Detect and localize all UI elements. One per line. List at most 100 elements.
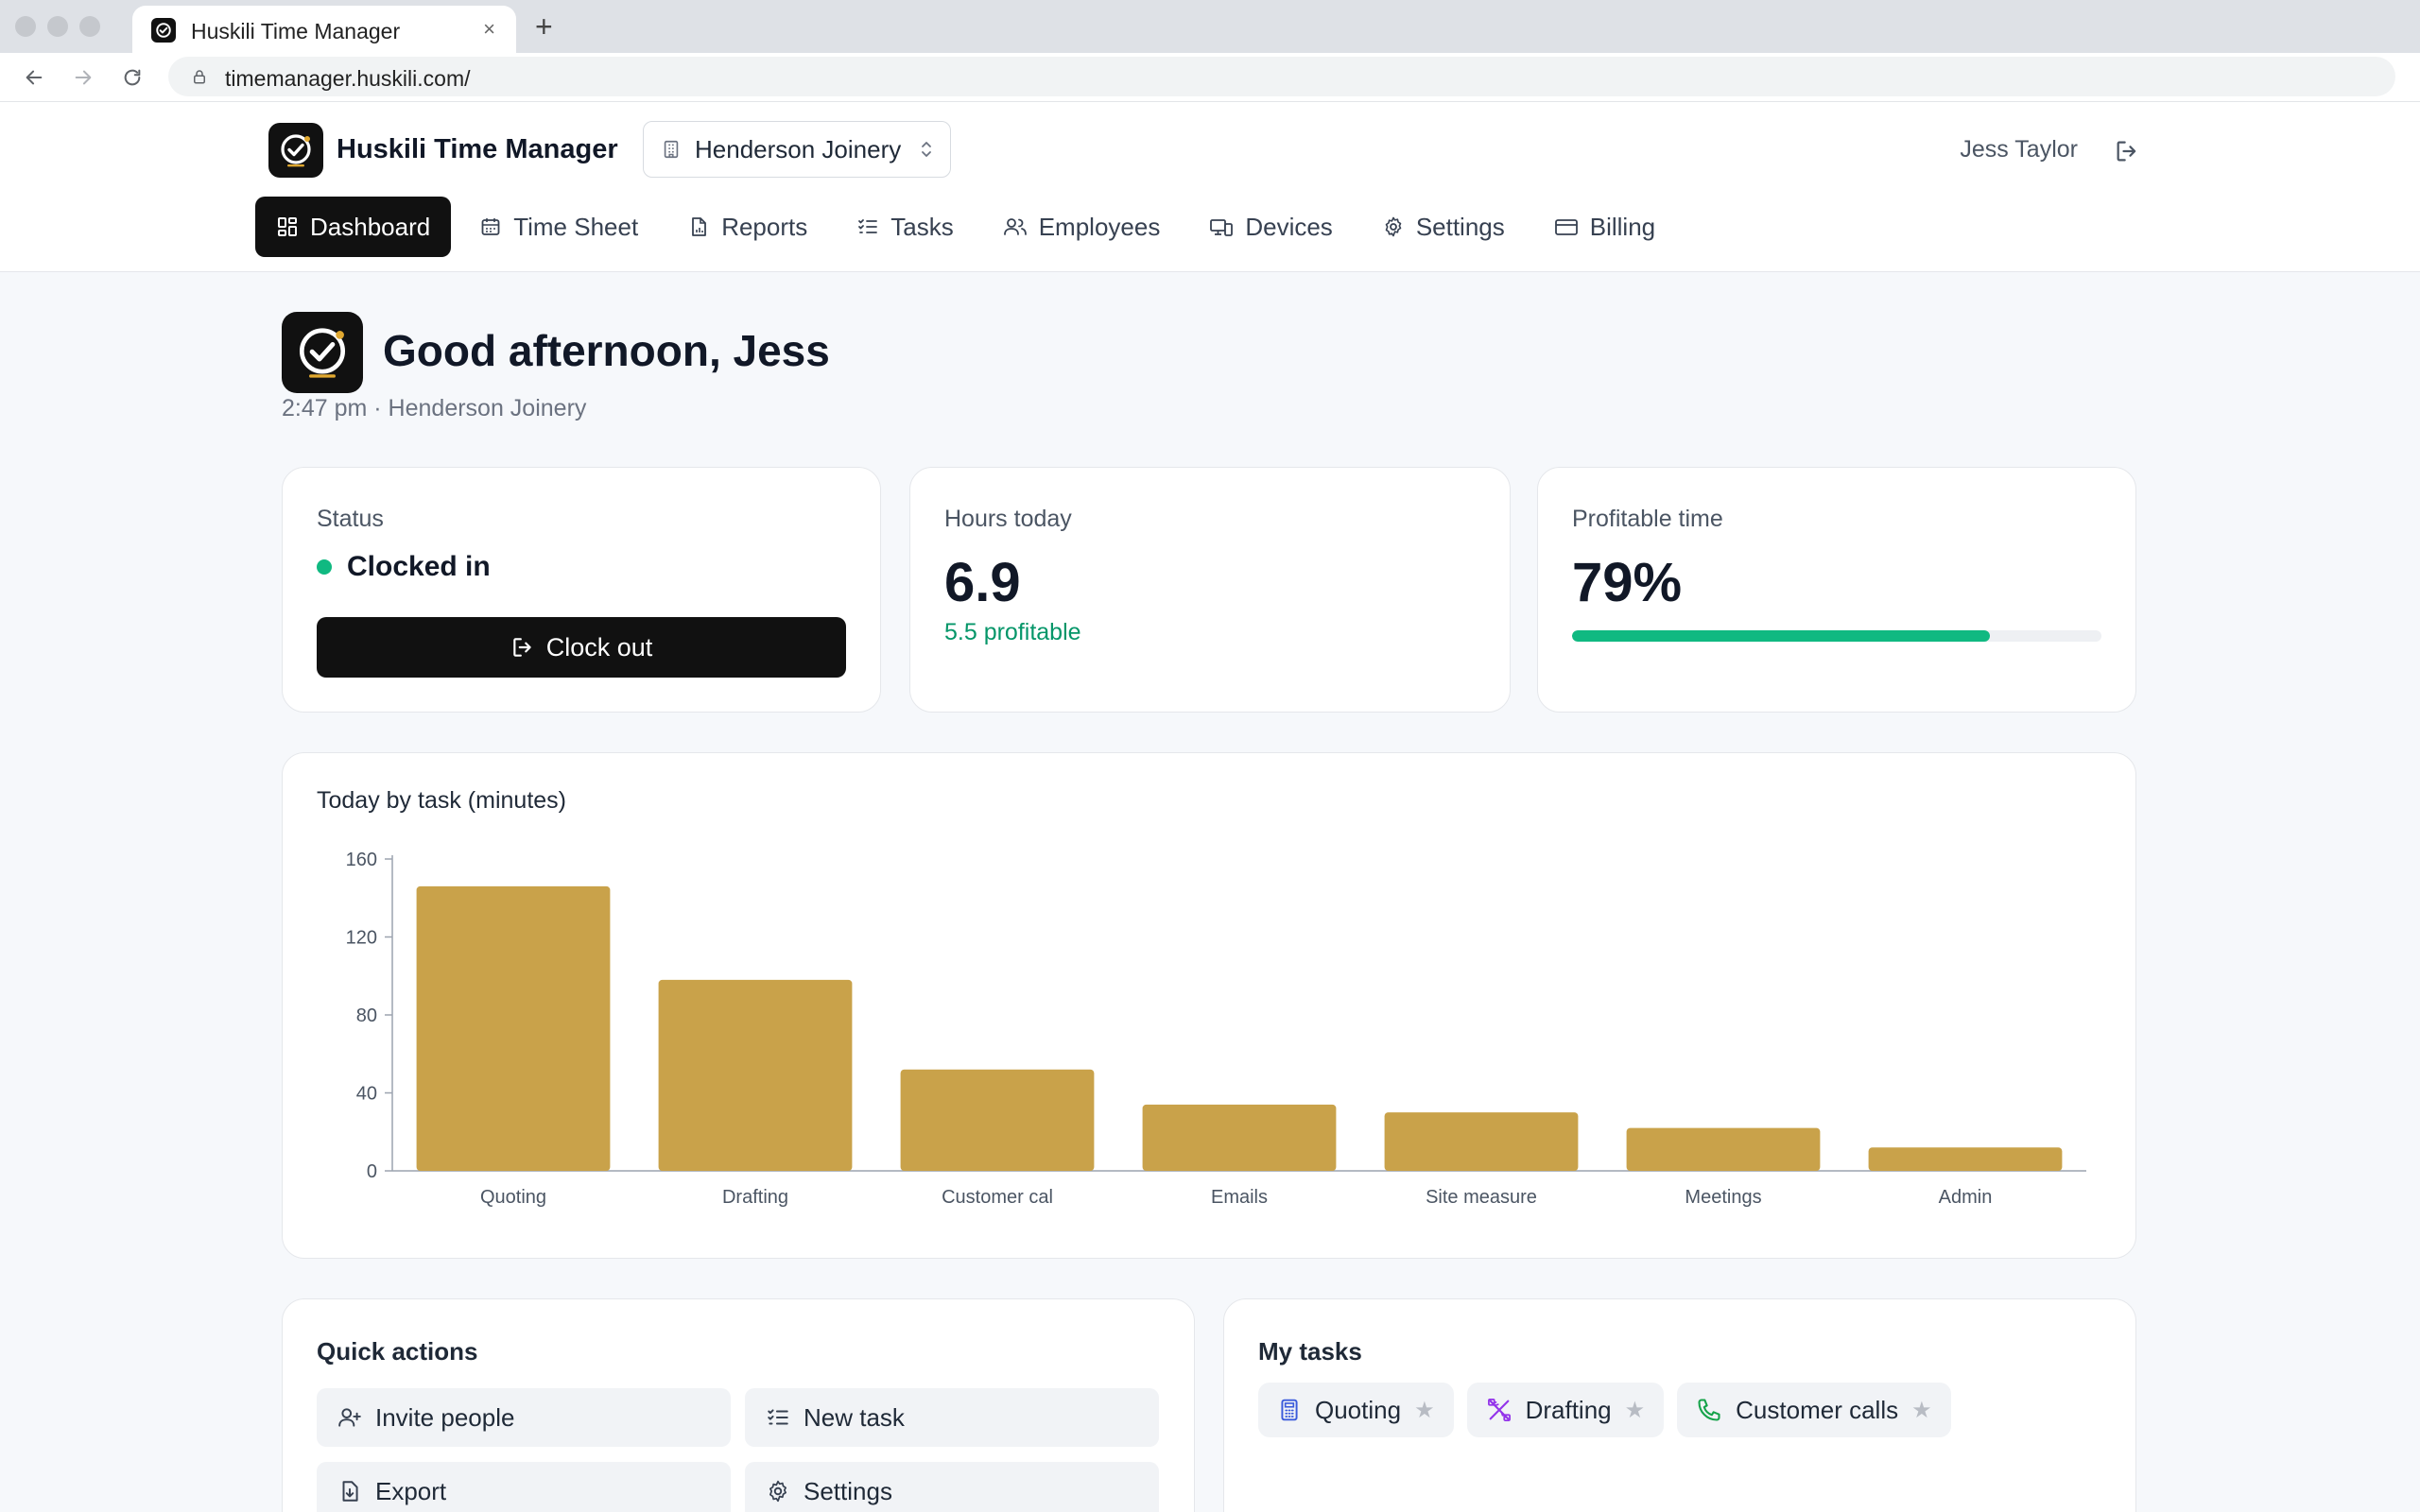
nav-label: Tasks — [890, 212, 954, 241]
bar-emails[interactable] — [1142, 1104, 1337, 1171]
task-chip-list: Quoting ★ Drafting ★ Customer calls ★ — [1258, 1383, 1951, 1437]
export-button[interactable]: Export — [317, 1462, 731, 1512]
main-nav: Dashboard Time Sheet Reports Tasks Emplo… — [255, 197, 1676, 257]
export-label: Export — [375, 1476, 447, 1505]
profitable-card: Profitable time 79% — [1537, 467, 2136, 713]
logout-icon — [512, 638, 531, 657]
building-icon — [664, 140, 679, 159]
tab-close-icon[interactable]: × — [483, 17, 495, 42]
window-maximize-dot[interactable] — [79, 16, 100, 37]
bar-quoting[interactable] — [416, 885, 611, 1171]
nav-label: Devices — [1245, 212, 1333, 241]
user-name[interactable]: Jess Taylor — [1960, 136, 2078, 163]
hours-card: Hours today 6.9 5.5 profitable — [909, 467, 1511, 713]
new-task-label: New task — [804, 1402, 905, 1432]
checklist-icon — [768, 1409, 788, 1425]
greeting-title: Good afternoon, Jess — [383, 326, 830, 375]
report-icon — [692, 217, 707, 236]
favicon-icon — [151, 18, 176, 43]
greeting-subtitle: 2:47 pm · Henderson Joinery — [282, 395, 587, 421]
profitable-progress-bar — [1572, 630, 2101, 642]
nav-settings[interactable]: Settings — [1361, 197, 1526, 257]
reload-icon[interactable] — [119, 64, 146, 91]
calculator-icon — [1281, 1399, 1298, 1421]
tab-title: Huskili Time Manager — [191, 19, 401, 43]
nav-reports[interactable]: Reports — [666, 197, 828, 257]
nav-label: Time Sheet — [513, 212, 639, 241]
my-tasks-title: My tasks — [1258, 1337, 1362, 1366]
forward-icon[interactable] — [70, 64, 96, 91]
nav-employees[interactable]: Employees — [982, 197, 1182, 257]
new-task-button[interactable]: New task — [745, 1388, 1159, 1447]
nav-label: Dashboard — [310, 212, 431, 241]
task-chip-label: Drafting — [1525, 1395, 1612, 1424]
back-icon[interactable] — [21, 64, 47, 91]
task-chip-quoting[interactable]: Quoting ★ — [1258, 1383, 1454, 1437]
nav-time-sheet[interactable]: Time Sheet — [458, 197, 659, 257]
nav-label: Billing — [1589, 212, 1656, 241]
status-row: Clocked in — [317, 551, 491, 583]
nav-billing[interactable]: Billing — [1533, 197, 1676, 257]
browser-tab[interactable]: Huskili Time Manager × — [132, 6, 516, 53]
hours-value: 6.9 — [944, 552, 1021, 613]
y-tick-label: 120 — [346, 928, 377, 949]
quick-actions-title: Quick actions — [317, 1337, 478, 1366]
star-icon[interactable]: ★ — [1911, 1397, 1932, 1424]
app-name: Huskili Time Manager — [337, 134, 618, 164]
nav-label: Settings — [1415, 212, 1505, 241]
url-text: timemanager.huskili.com/ — [225, 66, 471, 91]
gear-icon — [1385, 216, 1402, 237]
my-tasks-card: My tasks Quoting ★ Drafting ★ Customer c… — [1223, 1298, 2136, 1512]
status-dot-icon — [317, 559, 332, 575]
clock-out-label: Clock out — [545, 632, 653, 662]
x-tick-label: Site measure — [1426, 1187, 1537, 1208]
bar-site-measure[interactable] — [1384, 1112, 1579, 1171]
x-tick-label: Meetings — [1685, 1187, 1761, 1208]
task-chip-customer-calls[interactable]: Customer calls ★ — [1677, 1383, 1951, 1437]
invite-people-button[interactable]: Invite people — [317, 1388, 731, 1447]
devices-icon — [1210, 219, 1234, 236]
new-tab-button[interactable]: + — [535, 9, 553, 43]
greeting-logo-icon — [282, 312, 363, 393]
phone-icon — [1698, 1399, 1720, 1421]
chart-card: Today by task (minutes) 0 40 80 120 160 Quoti… — [282, 752, 2136, 1259]
y-tick-label: 80 — [356, 1005, 377, 1026]
x-tick-label: Admin — [1939, 1187, 1993, 1208]
logout-icon[interactable] — [2114, 138, 2140, 164]
browser-toolbar: timemanager.huskili.com/ — [0, 53, 2420, 102]
bar-admin[interactable] — [1868, 1147, 2063, 1171]
settings-button[interactable]: Settings — [745, 1462, 1159, 1512]
window-close-dot[interactable] — [15, 16, 36, 37]
status-label: Status — [317, 506, 384, 532]
nav-dashboard[interactable]: Dashboard — [255, 197, 452, 257]
y-tick-label: 160 — [346, 850, 377, 870]
bar-customer-cal[interactable] — [900, 1069, 1095, 1171]
nav-devices[interactable]: Devices — [1188, 197, 1353, 257]
app-header: Huskili Time Manager Henderson Joinery J… — [0, 102, 2420, 272]
organization-name: Henderson Joinery — [695, 134, 902, 163]
drafting-icon — [1487, 1399, 1511, 1421]
nav-label: Employees — [1038, 212, 1161, 241]
app-logo-icon[interactable] — [268, 123, 323, 178]
users-icon — [1003, 218, 1027, 235]
chevron-updown-icon — [922, 142, 931, 157]
task-chip-drafting[interactable]: Drafting ★ — [1466, 1383, 1665, 1437]
star-icon[interactable]: ★ — [1414, 1397, 1435, 1424]
profitable-value: 79% — [1572, 552, 1683, 613]
x-tick-label: Quoting — [480, 1187, 546, 1208]
address-bar[interactable]: timemanager.huskili.com/ — [168, 57, 2395, 96]
bar-drafting[interactable] — [658, 979, 853, 1171]
checklist-icon — [858, 219, 878, 233]
task-bar-chart: 0 40 80 120 160 Quoting Drafting Customer cal Em… — [346, 850, 2086, 1208]
nav-tasks[interactable]: Tasks — [836, 197, 974, 257]
star-icon[interactable]: ★ — [1625, 1397, 1646, 1424]
settings-label: Settings — [804, 1476, 892, 1505]
status-value: Clocked in — [347, 551, 491, 582]
task-chip-label: Quoting — [1315, 1395, 1402, 1424]
add-user-icon — [338, 1408, 361, 1427]
window-minimize-dot[interactable] — [47, 16, 68, 37]
bar-meetings[interactable] — [1626, 1127, 1821, 1171]
clock-out-button[interactable]: Clock out — [317, 617, 846, 678]
organization-select[interactable]: Henderson Joinery — [643, 121, 951, 178]
progress-fill — [1572, 630, 1991, 642]
